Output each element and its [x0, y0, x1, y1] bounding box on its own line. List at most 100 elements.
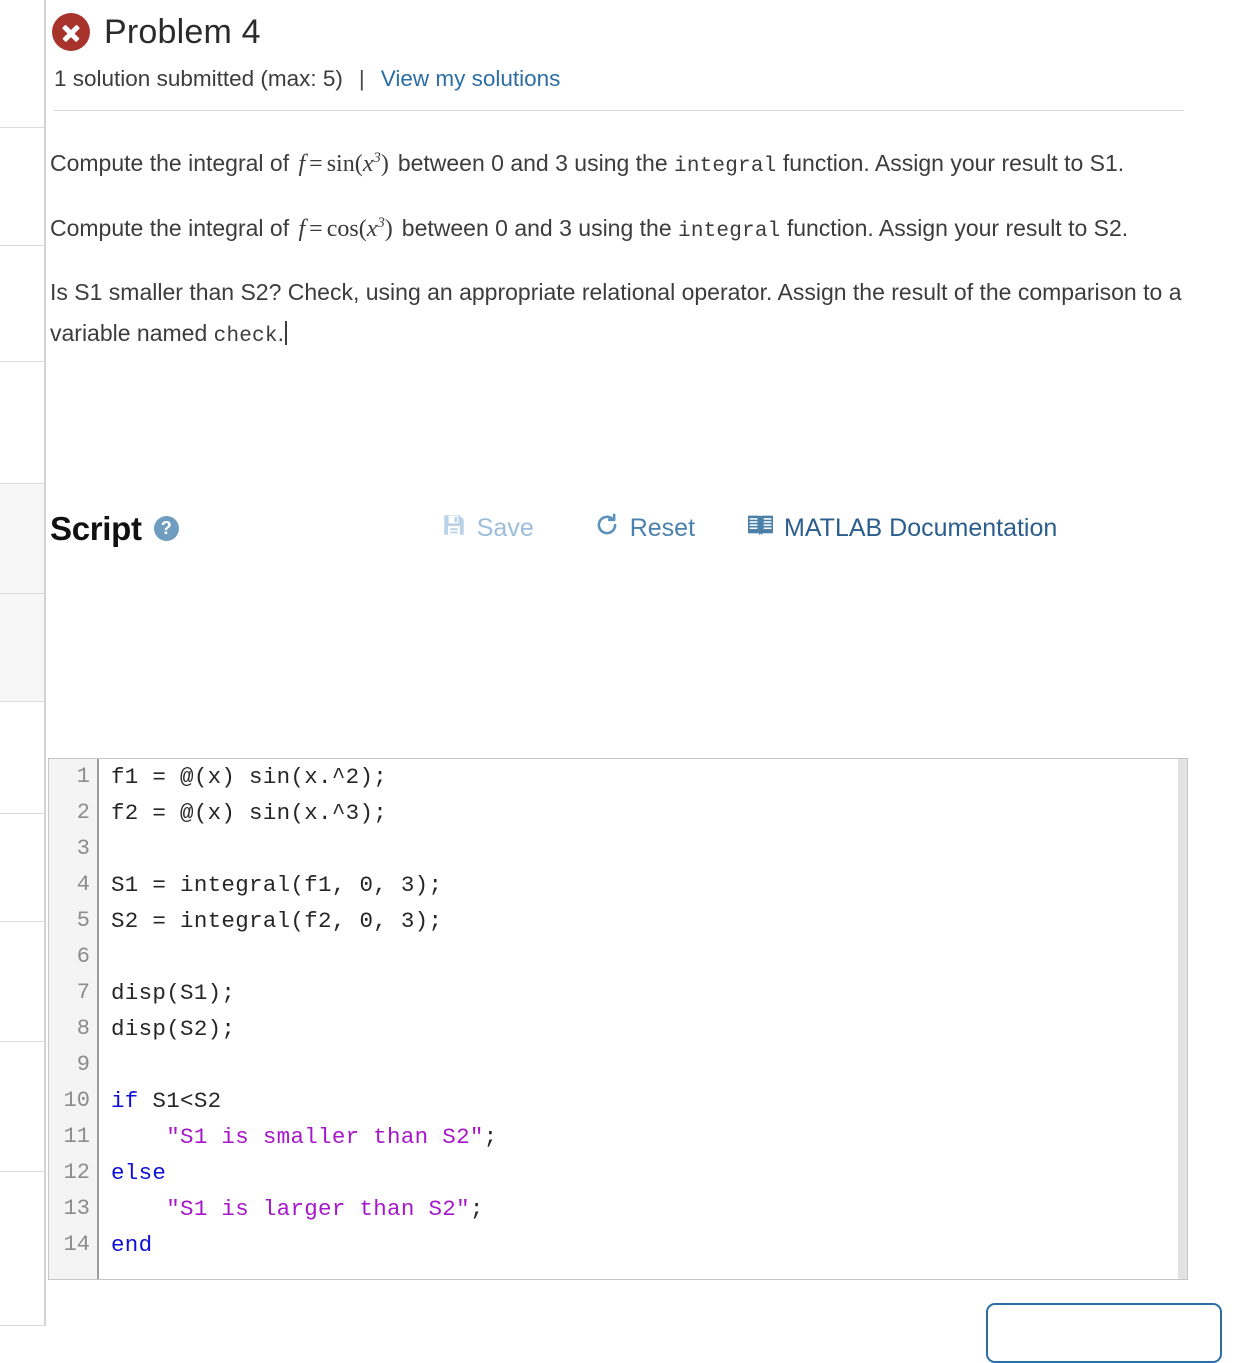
- problem-list-cell-7[interactable]: [0, 702, 44, 814]
- problem-paragraph-3: Is S1 smaller than S2? Check, using an a…: [50, 272, 1190, 355]
- code-string: "S1 is larger than S2": [166, 1196, 470, 1222]
- line-number: 9: [76, 1052, 90, 1077]
- line-number: 7: [76, 980, 90, 1005]
- inline-code-integral-1: integral: [674, 155, 777, 178]
- divider-pipe: |: [358, 66, 365, 91]
- code-text: f1 = @(x) sin(x.^2);: [111, 764, 388, 790]
- code-string: "S1 is smaller than S2": [166, 1124, 484, 1150]
- math-expression-sin: f = sin(x3): [298, 150, 389, 177]
- code-line[interactable]: if S1<S2: [111, 1083, 1177, 1119]
- inline-code-check: check: [213, 325, 278, 349]
- problem-description: Compute the integral of f = sin(x3) betwee…: [46, 111, 1196, 356]
- code-line[interactable]: end: [111, 1227, 1177, 1263]
- code-line[interactable]: [111, 1047, 1177, 1083]
- problem-list-cell-2[interactable]: [0, 128, 44, 246]
- reset-button[interactable]: Reset: [594, 512, 695, 545]
- save-button[interactable]: Save: [441, 512, 534, 545]
- math-function-name: cos: [326, 215, 359, 242]
- math-exponent: 3: [373, 150, 381, 166]
- editor-vertical-scrollbar[interactable]: [1178, 759, 1187, 1279]
- line-number: 5: [76, 908, 90, 933]
- problem-list-cell-8[interactable]: [0, 814, 44, 922]
- math-variable: x: [366, 215, 378, 242]
- paragraph-2-tail: function. Assign your result to S2.: [786, 214, 1129, 241]
- line-number: 6: [76, 944, 90, 969]
- line-number: 14: [63, 1232, 90, 1257]
- line-number: 11: [63, 1124, 90, 1149]
- problem-list-cell-1[interactable]: [0, 0, 44, 128]
- matlab-documentation-label: MATLAB Documentation: [784, 514, 1058, 543]
- code-keyword: end: [111, 1232, 153, 1258]
- submission-count-text: 1 solution submitted (max: 5): [54, 66, 343, 91]
- submission-status-row: 1 solution submitted (max: 5) | View my …: [52, 66, 1236, 92]
- line-number-gutter: 1 2 3 4 5 6 7 8 9 10 11 12 13 14: [49, 759, 99, 1279]
- paragraph-1-tail: function. Assign your result to S1.: [782, 150, 1125, 176]
- code-line[interactable]: f2 = @(x) sin(x.^3);: [111, 795, 1177, 831]
- view-my-solutions-link[interactable]: View my solutions: [381, 66, 561, 92]
- script-section-title: Script: [50, 509, 142, 547]
- problem-list-cell-9[interactable]: [0, 922, 44, 1042]
- code-text-area[interactable]: f1 = @(x) sin(x.^2); f2 = @(x) sin(x.^3);…: [101, 759, 1177, 1279]
- refresh-circular-arrow-icon: [594, 512, 620, 545]
- code-editor[interactable]: 1 2 3 4 5 6 7 8 9 10 11 12 13 14 f1 = @(x) sin(x.^2);…: [48, 758, 1188, 1280]
- code-line[interactable]: "S1 is smaller than S2";: [111, 1119, 1177, 1155]
- script-toolbar: Script ? Save Reset MATLAB Documentation: [46, 506, 1206, 552]
- code-text: disp(S2);: [111, 1016, 236, 1042]
- code-text: S2 = integral(f2, 0, 3);: [111, 908, 443, 934]
- floppy-disk-save-icon: [441, 512, 467, 545]
- problem-list-cell-11[interactable]: [0, 1172, 44, 1326]
- math-equals: =: [309, 151, 323, 177]
- math-function-name: sin: [326, 151, 355, 177]
- paragraph-1-mid: between 0 and 3 using the: [397, 150, 668, 176]
- code-text: ;: [483, 1124, 498, 1150]
- math-expression-cos: f = cos(x3): [298, 214, 393, 242]
- problem-list-cell-10[interactable]: [0, 1042, 44, 1172]
- reset-button-label: Reset: [629, 514, 696, 543]
- code-line[interactable]: S1 = integral(f1, 0, 3);: [111, 867, 1177, 903]
- problem-list-strip[interactable]: [0, 0, 46, 1326]
- code-line[interactable]: disp(S1);: [111, 975, 1177, 1011]
- code-line[interactable]: f1 = @(x) sin(x.^2);: [111, 759, 1177, 795]
- line-number: 2: [76, 800, 90, 825]
- line-number: 3: [76, 836, 90, 861]
- math-exponent: 3: [377, 214, 385, 231]
- line-number: 13: [63, 1196, 90, 1221]
- line-number: 8: [76, 1016, 90, 1041]
- paragraph-2-mid: between 0 and 3 using the: [401, 214, 672, 241]
- math-variable: x: [362, 151, 374, 177]
- code-text: S1<S2: [138, 1088, 222, 1114]
- code-line[interactable]: else: [111, 1155, 1177, 1191]
- code-keyword: else: [111, 1160, 167, 1186]
- line-number: 10: [63, 1088, 90, 1113]
- matlab-documentation-button[interactable]: MATLAB Documentation: [747, 513, 1057, 544]
- code-line[interactable]: [111, 939, 1177, 975]
- inline-code-integral-2: integral: [678, 219, 781, 243]
- paragraph-3-tail: .: [277, 320, 285, 347]
- problem-title-row: Problem 4: [52, 8, 1236, 56]
- code-line[interactable]: disp(S2);: [111, 1011, 1177, 1047]
- text-cursor: [285, 321, 288, 346]
- code-text: disp(S1);: [111, 980, 236, 1006]
- problem-list-cell-4[interactable]: [0, 362, 44, 484]
- problem-list-cell-3[interactable]: [0, 246, 44, 362]
- code-keyword: if: [111, 1088, 139, 1114]
- problem-paragraph-2: Compute the integral of f = cos(x3) betwee…: [50, 208, 1190, 251]
- code-line[interactable]: "S1 is larger than S2";: [111, 1191, 1177, 1227]
- problem-list-cell-6[interactable]: [0, 594, 44, 702]
- submit-button-partial[interactable]: [986, 1303, 1222, 1363]
- line-number: 1: [76, 764, 90, 789]
- open-book-icon: [747, 513, 774, 544]
- problem-list-cell-5[interactable]: [0, 484, 44, 594]
- code-line[interactable]: S2 = integral(f2, 0, 3);: [111, 903, 1177, 939]
- code-text: S1 = integral(f1, 0, 3);: [111, 872, 443, 898]
- code-line[interactable]: [111, 831, 1177, 867]
- error-circle-x-icon: [52, 13, 90, 51]
- line-number: 4: [76, 872, 90, 897]
- question-mark-circle-icon[interactable]: ?: [153, 516, 179, 542]
- problem-paragraph-1: Compute the integral of f = sin(x3) betwee…: [50, 143, 1190, 186]
- code-text: ;: [469, 1196, 484, 1222]
- math-equals: =: [309, 215, 323, 242]
- save-button-label: Save: [476, 514, 534, 543]
